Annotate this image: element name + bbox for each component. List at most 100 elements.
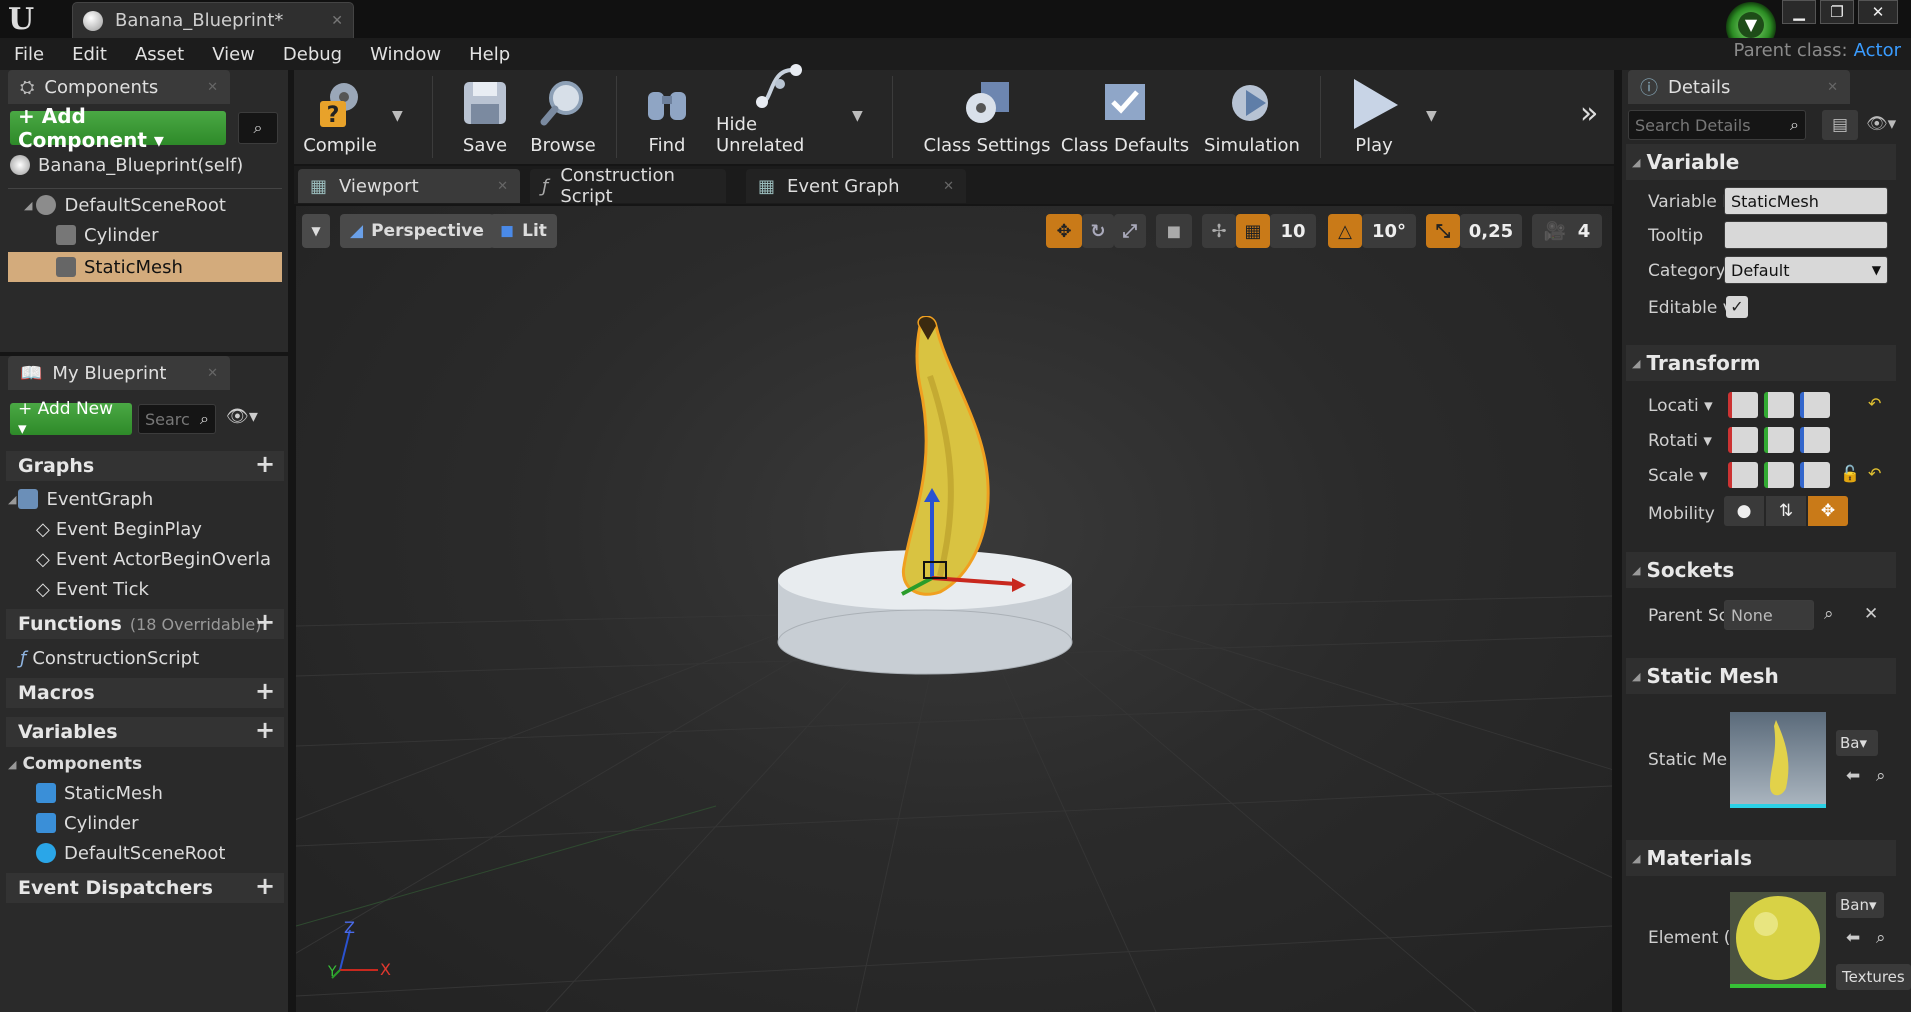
menu-debug[interactable]: Debug — [269, 44, 356, 65]
maximize-button[interactable]: ❐ — [1820, 0, 1854, 24]
materials-section-header[interactable]: ◢ Materials — [1626, 840, 1896, 876]
menu-asset[interactable]: Asset — [121, 44, 198, 65]
scale-z-field[interactable] — [1800, 462, 1830, 488]
scale-snap-icon[interactable]: ⤡ — [1426, 214, 1460, 248]
transform-gizmo[interactable] — [890, 488, 1030, 608]
var-staticmesh[interactable]: StaticMesh — [36, 778, 163, 808]
add-function-icon[interactable]: + — [254, 610, 276, 634]
category-dropdown[interactable]: Default ▼ — [1724, 256, 1888, 284]
scale-mode-icon[interactable]: ⤢ — [1114, 214, 1146, 248]
scale-y-field[interactable] — [1764, 462, 1794, 488]
compile-button[interactable]: ? Compile — [300, 72, 380, 162]
menu-window[interactable]: Window — [356, 44, 455, 65]
event-graph-item[interactable]: ◢ EventGraph — [8, 484, 153, 514]
simulation-button[interactable]: Simulation — [1196, 72, 1308, 162]
menu-edit[interactable]: Edit — [58, 44, 121, 65]
blueprint-search-input[interactable]: Searc ⌕ — [138, 404, 216, 434]
transform-section-header[interactable]: ◢ Transform — [1626, 345, 1896, 381]
use-selected-arrow-icon[interactable]: ⬅ — [1846, 928, 1860, 948]
construction-script-item[interactable]: ƒ ConstructionScript — [20, 643, 199, 673]
mobility-movable-icon[interactable]: ✥ — [1808, 496, 1848, 526]
scale-label[interactable]: Scale ▾ — [1648, 466, 1708, 486]
event-actorbeginoverlap-item[interactable]: ◇ Event ActorBeginOverla — [36, 544, 271, 574]
tree-item-staticmesh[interactable]: StaticMesh — [56, 252, 183, 282]
scale-x-field[interactable] — [1728, 462, 1758, 488]
save-button[interactable]: Save — [448, 72, 522, 162]
location-x-field[interactable] — [1728, 392, 1758, 418]
static-mesh-combo[interactable]: Ba▾ — [1836, 730, 1878, 756]
play-button[interactable]: Play — [1334, 72, 1414, 162]
var-defaultsceneroot[interactable]: DefaultSceneRoot — [36, 838, 225, 868]
add-graph-icon[interactable]: + — [254, 452, 276, 476]
grid-snap-icon[interactable]: ▦ — [1236, 214, 1270, 248]
rotation-label[interactable]: Rotati ▾ — [1648, 431, 1712, 451]
variable-section-header[interactable]: ◢ Variable — [1626, 144, 1896, 180]
static-mesh-section-header[interactable]: ◢ Static Mesh — [1626, 658, 1896, 694]
lock-icon[interactable]: 🔓 — [1840, 464, 1860, 483]
camera-speed-button[interactable]: 🎥 4 — [1532, 214, 1602, 248]
surface-snap-icon[interactable]: ✢ — [1202, 214, 1236, 248]
close-window-button[interactable]: ✕ — [1858, 0, 1898, 24]
tree-item-defaultsceneroot[interactable]: ◢ DefaultSceneRoot — [24, 190, 226, 220]
functions-header[interactable]: Functions (18 Overridable) + — [6, 609, 284, 639]
sockets-section-header[interactable]: ◢ Sockets — [1626, 552, 1896, 588]
grid-snap-value[interactable]: 10 — [1270, 214, 1316, 248]
close-tab-icon[interactable]: ✕ — [943, 179, 954, 194]
hide-unrelated-button[interactable]: Hide Unrelated — [716, 64, 844, 162]
lit-button[interactable]: ◼ Lit — [490, 214, 557, 248]
hide-unrelated-chevron-icon[interactable]: ▼ — [852, 108, 863, 124]
component-search-icon[interactable]: ⌕ — [238, 112, 278, 144]
rotation-z-field[interactable] — [1800, 427, 1830, 453]
rotation-snap-icon[interactable]: △ — [1328, 214, 1362, 248]
play-options-chevron-icon[interactable]: ▼ — [1426, 108, 1437, 124]
add-macro-icon[interactable]: + — [254, 679, 276, 703]
variables-header[interactable]: Variables + — [6, 717, 284, 747]
compile-options-chevron-icon[interactable]: ▼ — [392, 108, 403, 124]
class-defaults-button[interactable]: Class Defaults — [1060, 72, 1190, 162]
mobility-static-icon[interactable]: ● — [1724, 496, 1764, 526]
use-selected-arrow-icon[interactable]: ⬅ — [1846, 766, 1860, 786]
rotation-y-field[interactable] — [1764, 427, 1794, 453]
browse-button[interactable]: Browse — [526, 72, 600, 162]
mobility-stationary-icon[interactable]: ⇅ — [1766, 496, 1806, 526]
add-component-button[interactable]: + Add Component ▾ — [10, 104, 226, 152]
location-y-field[interactable] — [1764, 392, 1794, 418]
find-button[interactable]: Find — [630, 72, 704, 162]
document-tab[interactable]: Banana_Blueprint* ✕ — [72, 2, 354, 38]
parent-class-link[interactable]: Actor — [1854, 40, 1901, 61]
browse-asset-icon[interactable]: ⌕ — [1876, 928, 1886, 948]
property-matrix-icon[interactable]: ▤ — [1822, 110, 1858, 140]
event-beginplay-item[interactable]: ◇ Event BeginPlay — [36, 514, 202, 544]
close-tab-icon[interactable]: ✕ — [331, 13, 343, 29]
menu-view[interactable]: View — [198, 44, 269, 65]
tab-viewport[interactable]: ▦ Viewport ✕ — [298, 169, 520, 203]
class-settings-button[interactable]: Class Settings — [922, 72, 1052, 162]
add-new-button[interactable]: + Add New ▾ — [10, 399, 132, 439]
self-row[interactable]: Banana_Blueprint(self) — [10, 150, 243, 180]
details-tab[interactable]: ⓘ Details ✕ — [1628, 70, 1850, 104]
tab-event-graph[interactable]: ▦ Event Graph ✕ — [746, 169, 966, 203]
location-z-field[interactable] — [1800, 392, 1830, 418]
location-label[interactable]: Locati ▾ — [1648, 396, 1713, 416]
close-tab-icon[interactable]: ✕ — [1827, 80, 1838, 95]
clear-icon[interactable]: ✕ — [1864, 604, 1878, 624]
perspective-button[interactable]: ◢ Perspective — [340, 214, 494, 248]
textures-button[interactable]: Textures — [1836, 964, 1911, 990]
close-tab-icon[interactable]: ✕ — [207, 80, 218, 95]
material-thumbnail[interactable] — [1730, 892, 1826, 988]
add-variable-icon[interactable]: + — [254, 718, 276, 742]
rotation-x-field[interactable] — [1728, 427, 1758, 453]
browse-asset-icon[interactable]: ⌕ — [1876, 766, 1886, 786]
rotation-snap-value[interactable]: 10° — [1362, 214, 1416, 248]
tree-item-cylinder[interactable]: Cylinder — [56, 220, 159, 250]
components-panel-tab[interactable]: ⛭ Components ✕ — [8, 70, 230, 104]
scale-snap-value[interactable]: 0,25 — [1460, 214, 1522, 248]
variable-name-input[interactable]: StaticMesh — [1724, 187, 1888, 215]
event-dispatchers-header[interactable]: Event Dispatchers + — [6, 873, 284, 903]
visibility-eye-icon[interactable]: 👁▾ — [1866, 114, 1896, 134]
menu-help[interactable]: Help — [455, 44, 524, 65]
reset-to-default-icon[interactable]: ↶ — [1868, 464, 1881, 483]
var-cylinder[interactable]: Cylinder — [36, 808, 139, 838]
editable-checkbox[interactable]: ✓ — [1726, 296, 1748, 318]
reset-to-default-icon[interactable]: ↶ — [1868, 394, 1881, 413]
